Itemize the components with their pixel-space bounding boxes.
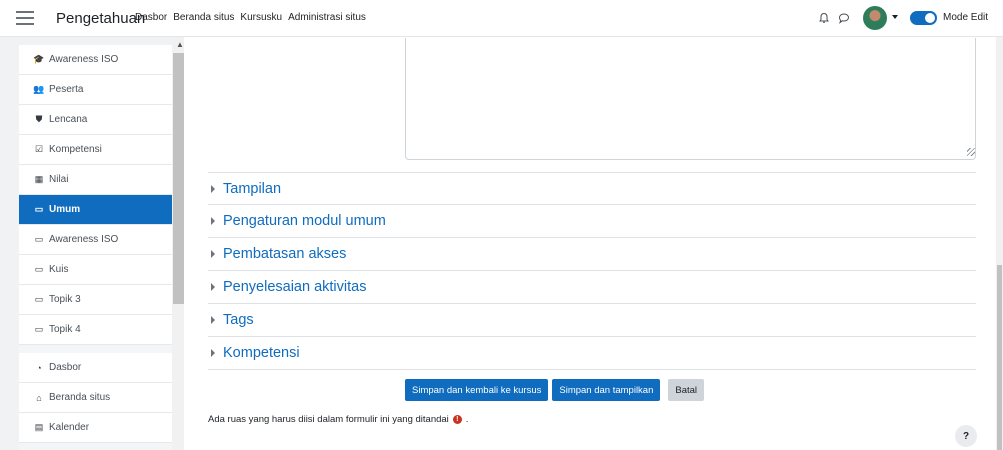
save-and-return-button[interactable]: Simpan dan kembali ke kursus xyxy=(405,379,549,401)
site-brand[interactable]: Pengetahuan xyxy=(56,10,145,27)
dashboard-icon: ◔ xyxy=(36,362,42,373)
sidebar-item-label: Topik 4 xyxy=(49,324,81,335)
course-index-sidebar: 🎓 Awareness ISO 👥 Peserta ⛊ Lencana ☑ Kompetens… xyxy=(19,45,189,450)
notification-bell-icon[interactable] xyxy=(818,12,830,24)
expand-chevron-right-icon xyxy=(211,283,215,291)
primary-nav: Dasbor Beranda situs Kursusku Administra… xyxy=(135,12,366,23)
sidebar-item-label: Kompetensi xyxy=(49,144,102,155)
textarea-resize-handle-icon[interactable] xyxy=(967,148,975,156)
table-icon: ▦ xyxy=(34,174,44,184)
check-square-icon: ☑ xyxy=(34,144,44,154)
required-exclamation-icon: ! xyxy=(452,415,462,424)
section-label: Kompetensi xyxy=(223,345,300,361)
scroll-up-chevron-icon[interactable]: ▲ xyxy=(176,40,184,49)
graduation-cap-icon: 🎓 xyxy=(33,54,45,64)
sidebar-item-dasbor[interactable]: ◔ Dasbor xyxy=(19,353,172,383)
messages-icon[interactable] xyxy=(838,12,850,24)
site-nav-list: ◔ Dasbor ⌂ Beranda situs ▤ Kalender xyxy=(19,353,189,443)
section-label: Penyelesaian aktivitas xyxy=(223,279,367,295)
folder-icon: ▭ xyxy=(34,234,44,244)
nav-link-kursusku[interactable]: Kursusku xyxy=(240,12,282,23)
expand-chevron-right-icon xyxy=(211,250,215,258)
section-kompetensi[interactable]: Kompetensi xyxy=(208,337,976,370)
sidebar-item-kuis[interactable]: ▭ Kuis xyxy=(19,255,172,285)
nav-link-administrasi-situs[interactable]: Administrasi situs xyxy=(288,12,366,23)
help-button[interactable]: ? xyxy=(955,425,977,447)
sidebar-item-umum[interactable]: ▭ Umum xyxy=(19,195,172,225)
folder-icon: ▭ xyxy=(34,264,44,274)
sidebar-item-label: Beranda situs xyxy=(49,392,111,403)
section-pengaturan-modul-umum[interactable]: Pengaturan modul umum xyxy=(208,205,976,238)
sidebar-item-label: Umum xyxy=(49,204,81,215)
menu-hamburger-icon[interactable] xyxy=(16,9,34,27)
sidebar-item-label: Lencana xyxy=(49,114,88,125)
nav-link-dasbor[interactable]: Dasbor xyxy=(135,12,167,23)
page-scroll-thumb[interactable] xyxy=(997,265,1002,450)
calendar-icon: ▤ xyxy=(34,422,44,432)
sidebar-item-label: Nilai xyxy=(49,174,69,185)
form-sections: Tampilan Pengaturan modul umum Pembatasan … xyxy=(208,172,976,370)
folder-icon: ▭ xyxy=(34,204,44,214)
section-label: Tampilan xyxy=(223,180,282,197)
edit-mode-toggle[interactable] xyxy=(910,11,937,25)
sidebar-item-label: Awareness ISO xyxy=(49,54,119,65)
users-icon: 👥 xyxy=(33,84,45,94)
form-buttons: Simpan dan kembali ke kursus Simpan dan … xyxy=(405,379,705,401)
sidebar-item-label: Kuis xyxy=(49,264,69,275)
section-tampilan[interactable]: Tampilan xyxy=(208,172,976,205)
course-nav-list: 🎓 Awareness ISO 👥 Peserta ⛊ Lencana ☑ Kompetens… xyxy=(19,45,189,345)
home-icon: ⌂ xyxy=(36,392,42,403)
save-and-display-button[interactable]: Simpan dan tampilkan xyxy=(552,379,661,401)
cancel-button[interactable]: Batal xyxy=(668,379,705,401)
section-label: Tags xyxy=(223,312,254,328)
top-navbar: Pengetahuan Dasbor Beranda situs Kursusk… xyxy=(0,0,1003,37)
sidebar-scroll-thumb[interactable] xyxy=(173,53,184,304)
sidebar-item-label: Topik 3 xyxy=(49,294,81,305)
section-tags[interactable]: Tags xyxy=(208,304,976,337)
edit-mode-label: Mode Edit xyxy=(943,12,989,23)
sidebar-item-kalender[interactable]: ▤ Kalender xyxy=(19,413,172,443)
sidebar-item-label: Peserta xyxy=(49,84,84,95)
sidebar-item-label: Awareness ISO xyxy=(49,234,119,245)
sidebar-item-label: Kalender xyxy=(49,422,90,433)
sidebar-item-topik-4[interactable]: ▭ Topik 4 xyxy=(19,315,172,345)
sidebar-item-topik-3[interactable]: ▭ Topik 3 xyxy=(19,285,172,315)
required-note-suffix: . xyxy=(465,414,469,425)
section-label: Pengaturan modul umum xyxy=(223,213,386,229)
nav-link-beranda-situs[interactable]: Beranda situs xyxy=(173,12,234,23)
required-fields-note: Ada ruas yang harus diisi dalam formulir… xyxy=(208,414,468,425)
expand-chevron-right-icon xyxy=(211,316,215,324)
sidebar-divider xyxy=(19,345,189,353)
sidebar-item-label: Dasbor xyxy=(49,362,82,373)
folder-icon: ▭ xyxy=(34,324,44,334)
sidebar-item-awareness-iso[interactable]: ▭ Awareness ISO xyxy=(19,225,172,255)
section-label: Pembatasan akses xyxy=(223,246,347,262)
sidebar-item-awareness-iso[interactable]: 🎓 Awareness ISO xyxy=(19,45,172,75)
user-menu-chevron-down-icon[interactable] xyxy=(892,15,898,19)
sidebar-item-lencana[interactable]: ⛊ Lencana xyxy=(19,105,172,135)
description-textarea[interactable] xyxy=(405,38,976,160)
sidebar-item-kompetensi[interactable]: ☑ Kompetensi xyxy=(19,135,172,165)
sidebar-item-peserta[interactable]: 👥 Peserta xyxy=(19,75,172,105)
expand-chevron-right-icon xyxy=(211,349,215,357)
sidebar-item-nilai[interactable]: ▦ Nilai xyxy=(19,165,172,195)
expand-chevron-right-icon xyxy=(211,184,215,193)
section-penyelesaian-aktivitas[interactable]: Penyelesaian aktivitas xyxy=(208,271,976,304)
required-note-text: Ada ruas yang harus diisi dalam formulir… xyxy=(208,414,449,425)
user-avatar[interactable] xyxy=(863,6,887,30)
folder-icon: ▭ xyxy=(34,294,44,304)
section-pembatasan-akses[interactable]: Pembatasan akses xyxy=(208,238,976,271)
shield-icon: ⛊ xyxy=(35,114,43,124)
sidebar-item-beranda-situs[interactable]: ⌂ Beranda situs xyxy=(19,383,172,413)
expand-chevron-right-icon xyxy=(211,217,215,225)
